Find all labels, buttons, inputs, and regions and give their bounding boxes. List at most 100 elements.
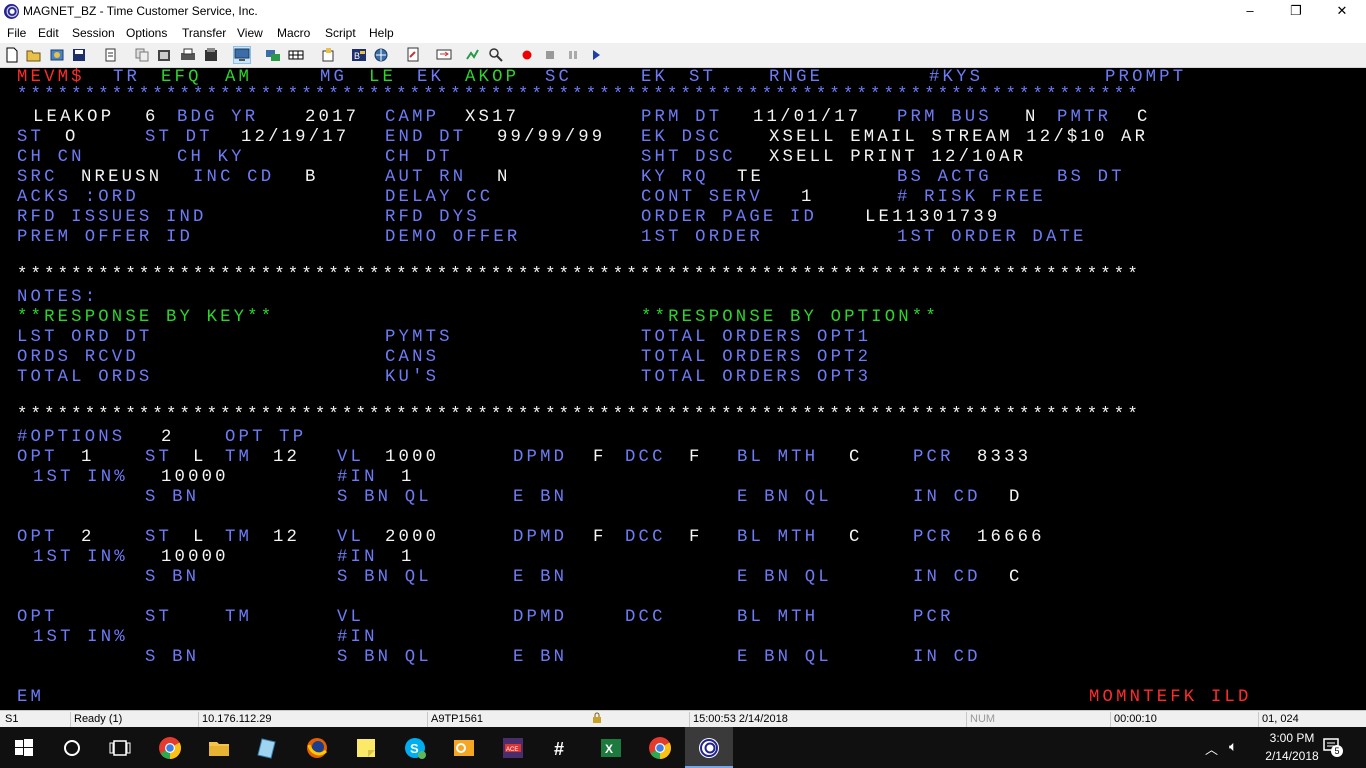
inc-cd-value[interactable]: B — [305, 168, 319, 188]
maximize-button[interactable]: ❐ — [1273, 0, 1319, 23]
opt2-tm-value[interactable]: 12 — [273, 528, 300, 548]
start-button[interactable] — [0, 727, 48, 768]
opt2-first-in-value[interactable]: 10000 — [161, 548, 229, 568]
aut-rn-value[interactable]: N — [497, 168, 511, 188]
display-icon[interactable] — [233, 46, 251, 64]
menu-session[interactable]: Session — [72, 26, 115, 40]
opt1-pcr-value[interactable]: 8333 — [977, 448, 1031, 468]
font-icon[interactable]: B — [351, 47, 367, 63]
ek-dsc-value[interactable]: XSELL EMAIL STREAM 12/$10 AR — [769, 128, 1148, 148]
search-button[interactable] — [48, 727, 96, 768]
opt1-in-cd-value[interactable]: D — [1009, 488, 1023, 508]
opt2-st-value[interactable]: L — [193, 528, 207, 548]
edit-icon[interactable] — [405, 47, 421, 63]
open-icon[interactable] — [26, 47, 42, 63]
opt2-pcr-value[interactable]: 16666 — [977, 528, 1045, 548]
tray-chevron-icon[interactable]: ︿ — [1205, 739, 1218, 758]
menu-options[interactable]: Options — [126, 26, 167, 40]
chrome-icon[interactable] — [636, 727, 684, 768]
session-icon[interactable] — [265, 47, 281, 63]
slack-icon[interactable]: # — [538, 727, 586, 768]
outlook-icon[interactable] — [440, 727, 488, 768]
prm-dt-value[interactable]: 11/01/17 — [753, 108, 861, 128]
menu-help[interactable]: Help — [369, 26, 394, 40]
transfer-icon[interactable] — [436, 47, 452, 63]
pmtr-value[interactable]: C — [1137, 108, 1151, 128]
poker-icon[interactable]: ACE — [489, 727, 537, 768]
play-icon[interactable] — [588, 47, 604, 63]
globe-icon[interactable] — [373, 47, 389, 63]
macro-icon[interactable] — [465, 47, 481, 63]
src-value[interactable]: NREUSN — [81, 168, 162, 188]
opt1-num-in-value[interactable]: 1 — [401, 468, 415, 488]
notepad-icon[interactable] — [244, 727, 292, 768]
menu-edit[interactable]: Edit — [38, 26, 59, 40]
opt1-st-value[interactable]: L — [193, 448, 207, 468]
opt2-dpmd-value[interactable]: F — [593, 528, 607, 548]
print-screen-icon[interactable] — [180, 47, 196, 63]
close-button[interactable]: ✕ — [1319, 0, 1365, 23]
opt2-number[interactable]: 2 — [81, 528, 95, 548]
opt2-num-in-value[interactable]: 1 — [401, 548, 415, 568]
minimize-button[interactable]: – — [1227, 0, 1273, 23]
opt1-tm-value[interactable]: 12 — [273, 448, 300, 468]
print-icon[interactable] — [103, 47, 119, 63]
ky-rq-value[interactable]: TE — [737, 168, 764, 188]
order-page-id-value[interactable]: LE11301739 — [865, 208, 1000, 228]
tray-date[interactable]: 2/14/2018 — [1254, 749, 1330, 763]
opt2-dcc-value[interactable]: F — [689, 528, 703, 548]
bdg-yr-value[interactable]: 2017 — [305, 108, 359, 128]
excel-icon[interactable]: X — [587, 727, 635, 768]
opt1-bl-mth-value[interactable]: C — [849, 448, 863, 468]
record-icon[interactable] — [519, 47, 535, 63]
key-code[interactable]: LEAKOP — [33, 108, 114, 128]
menu-macro[interactable]: Macro — [277, 26, 310, 40]
firefox-icon[interactable] — [293, 727, 341, 768]
opt1-vl-value[interactable]: 1000 — [385, 448, 439, 468]
opt1-dpmd-value[interactable]: F — [593, 448, 607, 468]
st-value[interactable]: O — [65, 128, 79, 148]
opt1-dcc-value[interactable]: F — [689, 448, 703, 468]
terminal-screen[interactable]: MEVM$ TR EFQ AM MG LE EK AKOP SC EK ST R… — [0, 68, 1366, 710]
opt2-vl-value[interactable]: 2000 — [385, 528, 439, 548]
file-explorer-icon[interactable] — [195, 727, 243, 768]
keymap-icon[interactable] — [320, 47, 336, 63]
paste-icon[interactable] — [156, 47, 172, 63]
opt1-number[interactable]: 1 — [81, 448, 95, 468]
clipboard-icon[interactable] — [203, 47, 219, 63]
stop-icon[interactable] — [542, 47, 558, 63]
copy-icon[interactable] — [134, 47, 150, 63]
menu-file[interactable]: File — [7, 26, 26, 40]
magnet-icon[interactable] — [685, 727, 733, 768]
properties-icon[interactable] — [49, 47, 65, 63]
new-icon[interactable] — [4, 47, 20, 63]
volume-icon[interactable]: 🔈︎ — [1229, 738, 1237, 755]
keyboard-icon[interactable] — [288, 47, 304, 63]
camp-value[interactable]: XS17 — [465, 108, 519, 128]
end-dt-value[interactable]: 99/99/99 — [497, 128, 605, 148]
opt1-first-in-value[interactable]: 10000 — [161, 468, 229, 488]
opt1-pcr-label: PCR — [913, 448, 954, 467]
options-count-value[interactable]: 2 — [161, 428, 175, 448]
menu-transfer[interactable]: Transfer — [182, 26, 226, 40]
chrome-icon[interactable] — [146, 727, 194, 768]
skype-icon[interactable]: S — [391, 727, 439, 768]
pause-icon[interactable] — [565, 47, 581, 63]
row0-tr: TR — [113, 68, 141, 87]
screen-id: MEVM$ — [17, 68, 85, 87]
st-dt-value[interactable]: 12/19/17 — [241, 128, 349, 148]
opt2-bl-mth-value[interactable]: C — [849, 528, 863, 548]
key-num[interactable]: 6 — [145, 108, 159, 128]
sht-dsc-value[interactable]: XSELL PRINT 12/10AR — [769, 148, 1026, 168]
find-icon[interactable] — [488, 47, 504, 63]
sticky-notes-icon[interactable] — [342, 727, 390, 768]
menu-script[interactable]: Script — [325, 26, 356, 40]
prm-bus-value[interactable]: N — [1025, 108, 1039, 128]
menu-view[interactable]: View — [237, 26, 263, 40]
notifications-icon[interactable]: 5 — [1322, 737, 1344, 757]
opt2-in-cd-value[interactable]: C — [1009, 568, 1023, 588]
save-icon[interactable] — [71, 47, 87, 63]
task-view-button[interactable] — [96, 727, 144, 768]
cont-serv-value[interactable]: 1 — [801, 188, 815, 208]
tray-time[interactable]: 3:00 PM — [1262, 731, 1322, 745]
